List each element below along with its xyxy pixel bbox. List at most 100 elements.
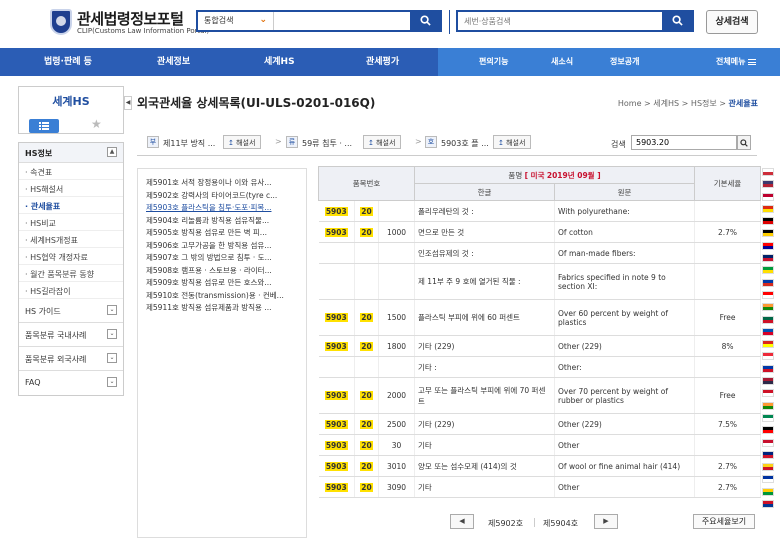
heading-list-item[interactable]: 제5907호 그 밖의 방법으로 침투 · 도... — [146, 252, 304, 265]
heading-name[interactable]: 5903호 플 ... — [441, 138, 489, 149]
table-row[interactable]: 5903 20 3010 양모 또는 섬수모제 (414)의 것 Of wool or … — [318, 455, 762, 477]
country-flag-icon[interactable] — [762, 438, 774, 447]
sidebar-item-hs-guide[interactable]: · HS길라잡이 — [19, 282, 123, 299]
table-row[interactable]: 5903 20 30 기타 Other — [318, 434, 762, 456]
next-page-button[interactable]: ▶ — [594, 514, 618, 529]
table-row[interactable]: 5903 20 1500 플라스틱 부피에 위에 60 퍼센트 Over 60 perc… — [318, 299, 762, 336]
heading-list-item[interactable]: 제5901호 서적 장정용이나 이와 유사... — [146, 177, 304, 190]
search-scope-select[interactable]: 통합검색 ⌄ — [198, 12, 274, 30]
sidebar-group-foreign-cases[interactable]: 품목분류 외국사례 ⌄ — [19, 347, 123, 371]
sidebar-item-quick-table[interactable]: · 속견표 — [19, 163, 123, 180]
sidebar-item-monthly-trends[interactable]: · 월간 품목분류 동향 — [19, 265, 123, 282]
expand-icon[interactable]: ⌄ — [107, 305, 117, 315]
country-flag-icon[interactable] — [762, 352, 774, 361]
nav-valuation[interactable]: 관세평가 — [366, 48, 399, 76]
country-flag-icon[interactable] — [762, 487, 774, 496]
country-flag-icon[interactable] — [762, 180, 774, 189]
country-flag-icon[interactable] — [762, 389, 774, 398]
sidebar-item-hs-convention[interactable]: · HS협약 개정자료 — [19, 248, 123, 265]
hs-search-input[interactable] — [464, 14, 654, 28]
heading-list-item[interactable]: 제5906호 고무가공을 한 방직용 섬유... — [146, 240, 304, 253]
country-flag-icon[interactable] — [762, 340, 774, 349]
integrated-search-button[interactable] — [410, 12, 440, 30]
breadcrumb-world-hs[interactable]: 세계HS — [653, 99, 679, 108]
list-view-button[interactable] — [29, 119, 59, 133]
country-flag-icon[interactable] — [762, 401, 774, 410]
heading-list-item[interactable]: 제5908호 램프용 · 스토브용 · 라이터... — [146, 265, 304, 278]
heading-explanatory-button[interactable]: ↥ 해설서 — [493, 135, 532, 149]
hs-code-search-button[interactable] — [737, 135, 751, 150]
country-flag-icon[interactable] — [762, 204, 774, 213]
expand-icon[interactable]: ⌄ — [107, 353, 117, 363]
nav-customs-info[interactable]: 관세정보 — [157, 48, 190, 76]
chapter-name[interactable]: 59류 침투 · ... — [302, 138, 352, 149]
expand-icon[interactable]: ⌄ — [107, 329, 117, 339]
table-row[interactable]: 제 11부 주 9 호에 열거된 직물 : Fabrics specified i… — [318, 263, 762, 300]
table-row[interactable]: 인조섬유제의 것 : Of man-made fibers: — [318, 242, 762, 264]
country-flag-icon[interactable] — [762, 254, 774, 263]
nav-news[interactable]: 새소식 — [551, 48, 573, 76]
heading-list-item[interactable]: 제5911호 방직용 섬유제품과 방직용 ... — [146, 302, 304, 315]
nav-disclosure[interactable]: 정보공개 — [610, 48, 639, 76]
nav-laws[interactable]: 법령·판례 등 — [44, 48, 92, 76]
country-flag-icon[interactable] — [762, 278, 774, 287]
country-flag-icon[interactable] — [762, 450, 774, 459]
country-flag-icon[interactable] — [762, 303, 774, 312]
table-row[interactable]: 5903 20 2000 고무 또는 플라스틱 부피에 위에 70 퍼센트 Over 7… — [318, 377, 762, 414]
advanced-search-button[interactable]: 상세검색 — [706, 10, 758, 34]
section-name[interactable]: 제11부 방직 ... — [163, 138, 215, 149]
table-row[interactable]: 5903 20 1800 기타 (229) Other (229) 8% — [318, 335, 762, 357]
sidebar-item-tariff-table[interactable]: · 관세율표 — [19, 197, 123, 214]
heading-list-item[interactable]: 제5905호 방직용 섬유로 만든 벽 피... — [146, 227, 304, 240]
sidebar-group-faq[interactable]: FAQ ⌄ — [19, 371, 123, 395]
country-flag-icon[interactable] — [762, 364, 774, 373]
section-explanatory-button[interactable]: ↥ 해설서 — [223, 135, 262, 149]
breadcrumb-hs-info[interactable]: HS정보 — [691, 99, 717, 108]
country-flag-icon[interactable] — [762, 315, 774, 324]
table-row[interactable]: 5903 20 2500 기타 (229) Other (229) 7.5% — [318, 413, 762, 435]
country-flag-icon[interactable] — [762, 192, 774, 201]
customs-emblem-icon[interactable] — [50, 9, 72, 35]
logo-title[interactable]: 관세법령정보포털 — [77, 8, 184, 29]
heading-list-item[interactable]: 제5902호 강력사의 타이어코드(tyre c... — [146, 190, 304, 203]
heading-list-item[interactable]: 제5903호 플라스틱을 침투·도포·피복... — [146, 202, 304, 215]
breadcrumb-home[interactable]: Home — [618, 99, 642, 108]
country-flag-icon[interactable] — [762, 290, 774, 299]
sidebar-group-domestic-cases[interactable]: 품목분류 국내사례 ⌄ — [19, 323, 123, 347]
hs-code-search-input[interactable] — [631, 135, 737, 150]
prev-page-button[interactable]: ◀ — [450, 514, 474, 529]
heading-list-item[interactable]: 제5910호 전동(transmission)용 · 컨베... — [146, 290, 304, 303]
sidebar-item-world-hs-revision[interactable]: · 세계HS개정표 — [19, 231, 123, 248]
sidebar-collapse-button[interactable]: ◀ — [124, 96, 132, 110]
country-flag-icon[interactable] — [762, 327, 774, 336]
heading-list-item[interactable]: 제5904호 리놀륨과 방직용 섬유직물... — [146, 215, 304, 228]
table-row[interactable]: 5903 20 1000 면으로 만든 것 Of cotton 2.7% — [318, 221, 762, 243]
nav-all-menu[interactable]: 전체메뉴 — [716, 48, 757, 76]
expand-icon[interactable]: ⌄ — [107, 377, 117, 387]
country-flag-icon[interactable] — [762, 229, 774, 238]
sidebar-section-hs-info[interactable]: HS정보 ▲ — [19, 143, 123, 163]
chapter-explanatory-button[interactable]: ↥ 해설서 — [363, 135, 402, 149]
table-row[interactable]: 5903 20 3090 기타 Other 2.7% — [318, 476, 762, 498]
hs-search-button[interactable] — [662, 12, 692, 30]
heading-list-item[interactable]: 제5909호 방직용 섬유로 만든 호스와... — [146, 277, 304, 290]
country-flag-icon[interactable] — [762, 266, 774, 275]
country-flag-icon[interactable] — [762, 241, 774, 250]
integrated-search-input[interactable] — [278, 14, 404, 28]
table-row[interactable]: 기타 : Other: — [318, 356, 762, 378]
country-flag-icon[interactable] — [762, 475, 774, 484]
sidebar-group-hs-guide[interactable]: HS 가이드 ⌄ — [19, 299, 123, 323]
country-flag-icon[interactable] — [762, 500, 774, 509]
country-flag-icon[interactable] — [762, 463, 774, 472]
nav-world-hs[interactable]: 세계HS — [264, 48, 295, 76]
country-flag-icon[interactable] — [762, 377, 774, 386]
sidebar-item-hs-compare[interactable]: · HS비교 — [19, 214, 123, 231]
collapse-icon[interactable]: ▲ — [107, 147, 117, 157]
favorite-star-icon[interactable]: ★ — [91, 117, 102, 131]
next-heading-link[interactable]: 제5904호 — [543, 518, 578, 529]
country-flag-icon[interactable] — [762, 413, 774, 422]
country-flag-icon[interactable] — [762, 426, 774, 435]
nav-convenience[interactable]: 편의기능 — [479, 48, 508, 76]
country-flag-icon[interactable] — [762, 217, 774, 226]
main-rates-button[interactable]: 주요세율보기 — [693, 514, 755, 529]
